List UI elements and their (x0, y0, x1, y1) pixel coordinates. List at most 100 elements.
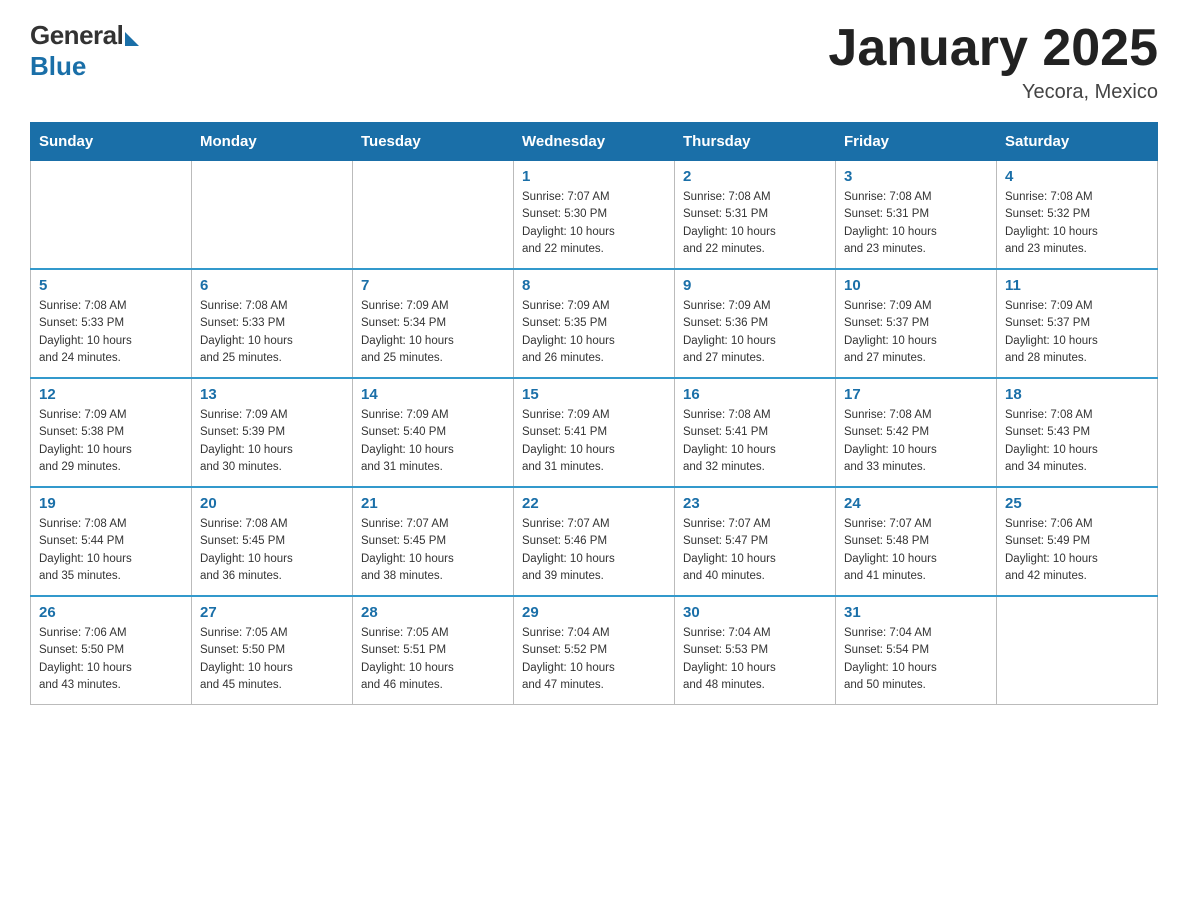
calendar-cell: 14 Sunrise: 7:09 AM Sunset: 5:40 PM Dayli… (353, 378, 514, 487)
calendar-cell (31, 161, 192, 270)
logo: General Blue (30, 20, 139, 82)
calendar-cell (997, 596, 1158, 705)
calendar-cell: 29Sunrise: 7:04 AM Sunset: 5:52 PM Dayli… (514, 596, 675, 705)
calendar-header-friday: Friday (836, 123, 997, 161)
calendar-cell: 2 Sunrise: 7:08 AM Sunset: 5:31 PM Daylig… (675, 161, 836, 270)
day-number: 30 (683, 604, 827, 621)
day-info: Sunrise: 7:06 AM Sunset: 5:49 PM Dayligh… (1005, 516, 1149, 585)
calendar-week-row: 12 Sunrise: 7:09 AM Sunset: 5:38 PM Dayli… (31, 378, 1158, 487)
title-block: January 2025 Yecora, Mexico (828, 20, 1158, 104)
calendar-header-row: SundayMondayTuesdayWednesdayThursdayFrid… (31, 123, 1158, 161)
day-info: Sunrise: 7:08 AM Sunset: 5:31 PM Dayligh… (844, 189, 988, 258)
calendar-cell: 9 Sunrise: 7:09 AM Sunset: 5:36 PM Daylig… (675, 269, 836, 378)
day-info: Sunrise: 7:08 AM Sunset: 5:45 PM Dayligh… (200, 516, 344, 585)
calendar-cell: 24 Sunrise: 7:07 AM Sunset: 5:48 PM Dayli… (836, 487, 997, 596)
day-info: Sunrise: 7:09 AM Sunset: 5:38 PM Dayligh… (39, 407, 183, 476)
calendar-cell (353, 161, 514, 270)
day-info: Sunrise: 7:09 AM Sunset: 5:37 PM Dayligh… (1005, 298, 1149, 367)
calendar-cell (192, 161, 353, 270)
calendar-cell: 3 Sunrise: 7:08 AM Sunset: 5:31 PM Daylig… (836, 161, 997, 270)
day-info: Sunrise: 7:09 AM Sunset: 5:36 PM Dayligh… (683, 298, 827, 367)
calendar-cell: 13 Sunrise: 7:09 AM Sunset: 5:39 PM Dayli… (192, 378, 353, 487)
day-number: 10 (844, 277, 988, 294)
calendar-cell: 6Sunrise: 7:08 AM Sunset: 5:33 PM Daylig… (192, 269, 353, 378)
day-info: Sunrise: 7:07 AM Sunset: 5:47 PM Dayligh… (683, 516, 827, 585)
calendar-week-row: 26Sunrise: 7:06 AM Sunset: 5:50 PM Dayli… (31, 596, 1158, 705)
calendar-week-row: 1 Sunrise: 7:07 AM Sunset: 5:30 PM Daylig… (31, 161, 1158, 270)
calendar-cell: 7 Sunrise: 7:09 AM Sunset: 5:34 PM Daylig… (353, 269, 514, 378)
day-info: Sunrise: 7:08 AM Sunset: 5:31 PM Dayligh… (683, 189, 827, 258)
calendar-cell: 19Sunrise: 7:08 AM Sunset: 5:44 PM Dayli… (31, 487, 192, 596)
calendar-table: SundayMondayTuesdayWednesdayThursdayFrid… (30, 122, 1158, 705)
day-info: Sunrise: 7:04 AM Sunset: 5:52 PM Dayligh… (522, 625, 666, 694)
day-number: 13 (200, 386, 344, 403)
day-number: 11 (1005, 277, 1149, 294)
calendar-cell: 20 Sunrise: 7:08 AM Sunset: 5:45 PM Dayli… (192, 487, 353, 596)
day-number: 31 (844, 604, 988, 621)
day-info: Sunrise: 7:08 AM Sunset: 5:42 PM Dayligh… (844, 407, 988, 476)
day-number: 2 (683, 168, 827, 185)
calendar-header-monday: Monday (192, 123, 353, 161)
day-info: Sunrise: 7:09 AM Sunset: 5:35 PM Dayligh… (522, 298, 666, 367)
day-number: 9 (683, 277, 827, 294)
calendar-cell: 31 Sunrise: 7:04 AM Sunset: 5:54 PM Dayli… (836, 596, 997, 705)
day-number: 28 (361, 604, 505, 621)
day-number: 4 (1005, 168, 1149, 185)
day-info: Sunrise: 7:07 AM Sunset: 5:45 PM Dayligh… (361, 516, 505, 585)
calendar-cell: 23 Sunrise: 7:07 AM Sunset: 5:47 PM Dayli… (675, 487, 836, 596)
day-info: Sunrise: 7:09 AM Sunset: 5:37 PM Dayligh… (844, 298, 988, 367)
day-info: Sunrise: 7:07 AM Sunset: 5:30 PM Dayligh… (522, 189, 666, 258)
calendar-cell: 30Sunrise: 7:04 AM Sunset: 5:53 PM Dayli… (675, 596, 836, 705)
day-number: 14 (361, 386, 505, 403)
day-number: 24 (844, 495, 988, 512)
logo-triangle-icon (125, 32, 139, 46)
day-number: 6 (200, 277, 344, 294)
day-info: Sunrise: 7:08 AM Sunset: 5:32 PM Dayligh… (1005, 189, 1149, 258)
calendar-cell: 17 Sunrise: 7:08 AM Sunset: 5:42 PM Dayli… (836, 378, 997, 487)
day-number: 7 (361, 277, 505, 294)
calendar-header-tuesday: Tuesday (353, 123, 514, 161)
day-info: Sunrise: 7:08 AM Sunset: 5:41 PM Dayligh… (683, 407, 827, 476)
day-number: 23 (683, 495, 827, 512)
calendar-cell: 25 Sunrise: 7:06 AM Sunset: 5:49 PM Dayli… (997, 487, 1158, 596)
day-number: 27 (200, 604, 344, 621)
day-number: 25 (1005, 495, 1149, 512)
day-number: 15 (522, 386, 666, 403)
day-number: 3 (844, 168, 988, 185)
calendar-header-thursday: Thursday (675, 123, 836, 161)
day-info: Sunrise: 7:04 AM Sunset: 5:54 PM Dayligh… (844, 625, 988, 694)
calendar-header-saturday: Saturday (997, 123, 1158, 161)
day-number: 17 (844, 386, 988, 403)
calendar-cell: 5Sunrise: 7:08 AM Sunset: 5:33 PM Daylig… (31, 269, 192, 378)
day-number: 5 (39, 277, 183, 294)
calendar-cell: 26Sunrise: 7:06 AM Sunset: 5:50 PM Dayli… (31, 596, 192, 705)
calendar-cell: 1 Sunrise: 7:07 AM Sunset: 5:30 PM Daylig… (514, 161, 675, 270)
calendar-cell: 18Sunrise: 7:08 AM Sunset: 5:43 PM Dayli… (997, 378, 1158, 487)
day-number: 8 (522, 277, 666, 294)
day-number: 21 (361, 495, 505, 512)
day-number: 19 (39, 495, 183, 512)
calendar-cell: 10 Sunrise: 7:09 AM Sunset: 5:37 PM Dayli… (836, 269, 997, 378)
page-header: General Blue January 2025 Yecora, Mexico (30, 20, 1158, 104)
calendar-cell: 27Sunrise: 7:05 AM Sunset: 5:50 PM Dayli… (192, 596, 353, 705)
day-info: Sunrise: 7:09 AM Sunset: 5:39 PM Dayligh… (200, 407, 344, 476)
day-number: 1 (522, 168, 666, 185)
day-number: 20 (200, 495, 344, 512)
day-info: Sunrise: 7:09 AM Sunset: 5:40 PM Dayligh… (361, 407, 505, 476)
calendar-header-wednesday: Wednesday (514, 123, 675, 161)
day-info: Sunrise: 7:09 AM Sunset: 5:41 PM Dayligh… (522, 407, 666, 476)
calendar-title: January 2025 (828, 20, 1158, 77)
calendar-cell: 11 Sunrise: 7:09 AM Sunset: 5:37 PM Dayli… (997, 269, 1158, 378)
calendar-cell: 15 Sunrise: 7:09 AM Sunset: 5:41 PM Dayli… (514, 378, 675, 487)
day-info: Sunrise: 7:05 AM Sunset: 5:51 PM Dayligh… (361, 625, 505, 694)
day-number: 12 (39, 386, 183, 403)
day-info: Sunrise: 7:07 AM Sunset: 5:48 PM Dayligh… (844, 516, 988, 585)
day-number: 26 (39, 604, 183, 621)
day-info: Sunrise: 7:09 AM Sunset: 5:34 PM Dayligh… (361, 298, 505, 367)
day-info: Sunrise: 7:07 AM Sunset: 5:46 PM Dayligh… (522, 516, 666, 585)
calendar-cell: 12 Sunrise: 7:09 AM Sunset: 5:38 PM Dayli… (31, 378, 192, 487)
calendar-location: Yecora, Mexico (828, 81, 1158, 104)
calendar-header-sunday: Sunday (31, 123, 192, 161)
day-number: 22 (522, 495, 666, 512)
day-number: 16 (683, 386, 827, 403)
